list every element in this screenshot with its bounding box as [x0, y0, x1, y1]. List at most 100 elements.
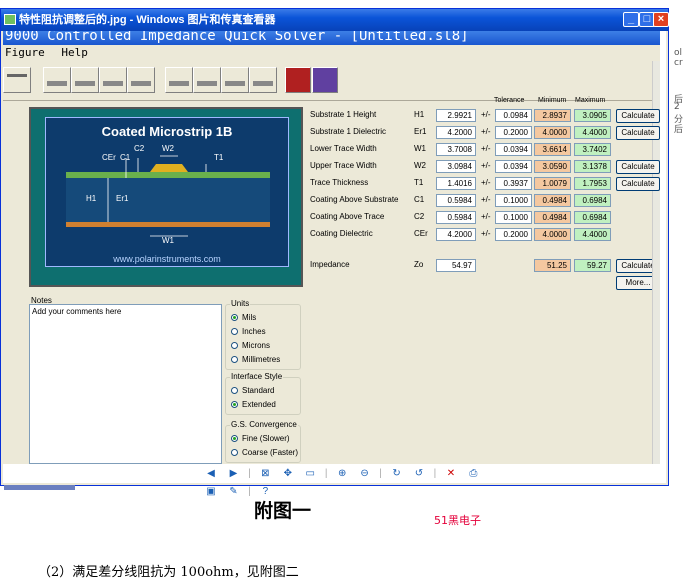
radio-label: Millimetres	[242, 355, 281, 364]
si9000-title-bar: 9000 Controlled Impedance Quick Solver -…	[3, 31, 660, 45]
rotate-counterclockwise-icon[interactable]: ↺	[411, 467, 427, 481]
plus-minus-label: +/-	[481, 195, 491, 204]
delete-icon[interactable]: ✕	[443, 467, 459, 481]
units-microns-radio[interactable]: Microns	[231, 341, 270, 350]
structure-button-5[interactable]	[127, 67, 155, 93]
radio-icon	[231, 356, 238, 363]
param-min-field: 0.4984	[534, 211, 571, 224]
impedance-max-field: 59.27	[574, 259, 611, 272]
param-max-field: 3.0905	[574, 109, 611, 122]
structure-button-7[interactable]	[193, 67, 221, 93]
param-value-field[interactable]: 4.2000	[436, 228, 476, 241]
param-label: Substrate 1 Dielectric	[310, 127, 387, 136]
coating-layer	[66, 172, 270, 178]
param-label: Coating Above Substrate	[310, 195, 399, 204]
radio-label: Inches	[242, 327, 266, 336]
notes-textarea[interactable]: Add your comments here	[29, 304, 222, 464]
lossy-calc-icon[interactable]	[312, 67, 338, 93]
structure-button-6[interactable]	[165, 67, 193, 93]
picture-viewer-icon	[4, 14, 16, 25]
radio-label: Fine (Slower)	[242, 434, 290, 443]
close-button[interactable]: ×	[653, 12, 669, 27]
units-millimetres-radio[interactable]: Millimetres	[231, 355, 280, 364]
plus-minus-label: +/-	[481, 178, 491, 187]
param-tolerance-field[interactable]: 0.0394	[495, 143, 532, 156]
menu-figure[interactable]: Figure	[5, 46, 45, 59]
param-tolerance-field[interactable]: 0.2000	[495, 126, 532, 139]
slideshow-icon[interactable]: ▭	[302, 467, 318, 481]
structure-button-9[interactable]	[249, 67, 277, 93]
edit-icon[interactable]: ✎	[225, 485, 241, 499]
param-tolerance-field[interactable]: 0.0984	[495, 109, 532, 122]
watermark-text: 51黑电子	[434, 514, 481, 527]
param-calculate-button[interactable]: Calculate	[616, 160, 660, 174]
interface-extended-radio[interactable]: Extended	[231, 400, 276, 409]
param-tolerance-field[interactable]: 0.1000	[495, 211, 532, 224]
radio-icon	[231, 387, 238, 394]
structure-button-1[interactable]	[3, 67, 31, 93]
cross-section-svg	[66, 155, 270, 237]
lossless-calc-icon[interactable]	[285, 67, 311, 93]
param-tolerance-field[interactable]: 0.2000	[495, 228, 532, 241]
impedance-label: Impedance	[310, 260, 350, 269]
rotate-clockwise-icon[interactable]: ↻	[389, 467, 405, 481]
convergence-coarse-radio[interactable]: Coarse (Faster)	[231, 448, 298, 457]
param-min-field: 4.0000	[534, 126, 571, 139]
structure-button-2[interactable]	[43, 67, 71, 93]
units-mils-radio[interactable]: Mils	[231, 313, 256, 322]
menu-help[interactable]: Help	[61, 46, 88, 59]
next-image-icon[interactable]: ▶	[225, 467, 241, 481]
interface-standard-radio[interactable]: Standard	[231, 386, 274, 395]
taskbar-fragment	[4, 485, 75, 490]
label-h1: H1	[86, 194, 97, 203]
param-calculate-button[interactable]: Calculate	[616, 126, 660, 140]
structure-button-8[interactable]	[221, 67, 249, 93]
structure-button-3[interactable]	[71, 67, 99, 93]
param-value-field[interactable]: 3.0984	[436, 160, 476, 173]
si9000-title: 9000 Controlled Impedance Quick Solver -…	[5, 31, 469, 44]
side-text-4: 2	[674, 102, 680, 112]
param-calculate-button[interactable]: Calculate	[616, 177, 660, 191]
zoom-in-icon[interactable]: ⊕	[334, 467, 350, 481]
previous-image-icon[interactable]: ◀	[203, 467, 219, 481]
document-paragraph: （2）满足差分线阻抗为 100ohm，见附图二	[38, 565, 299, 580]
best-fit-icon[interactable]: ⊠	[257, 467, 273, 481]
param-value-field[interactable]: 2.9921	[436, 109, 476, 122]
param-value-field[interactable]: 0.5984	[436, 211, 476, 224]
print-icon[interactable]: ⎙	[465, 467, 481, 481]
param-tolerance-field[interactable]: 0.1000	[495, 194, 532, 207]
convergence-title: G.S. Convergence	[230, 420, 298, 429]
param-min-field: 1.0079	[534, 177, 571, 190]
units-inches-radio[interactable]: Inches	[231, 327, 266, 336]
save-icon[interactable]: ▣	[203, 485, 219, 499]
structure-toolbar	[3, 63, 660, 101]
param-min-field: 4.0000	[534, 228, 571, 241]
impedance-min-field: 51.25	[534, 259, 571, 272]
param-label: Substrate 1 Height	[310, 110, 377, 119]
units-title: Units	[230, 299, 251, 308]
label-er1: Er1	[116, 194, 129, 203]
param-value-field[interactable]: 4.2000	[436, 126, 476, 139]
convergence-fine-radio[interactable]: Fine (Slower)	[231, 434, 290, 443]
param-min-field: 3.0590	[534, 160, 571, 173]
minimize-button[interactable]: _	[623, 12, 639, 27]
param-value-field[interactable]: 0.5984	[436, 194, 476, 207]
diagram-panel: Coated Microstrip 1B CEr C1 C2 W2 T1 H1 …	[45, 117, 289, 267]
impedance-symbol: Zo	[414, 260, 424, 269]
structure-button-4[interactable]	[99, 67, 127, 93]
param-tolerance-field[interactable]: 0.3937	[495, 177, 532, 190]
units-group: Units Mils Inches Microns Millimetres	[225, 299, 301, 370]
param-value-field[interactable]: 1.4016	[436, 177, 476, 190]
param-tolerance-field[interactable]: 0.0394	[495, 160, 532, 173]
zoom-out-icon[interactable]: ⊖	[357, 467, 373, 481]
radio-icon	[231, 328, 238, 335]
param-value-field[interactable]: 3.7008	[436, 143, 476, 156]
plus-minus-label: +/-	[481, 127, 491, 136]
impedance-value-field[interactable]: 54.97	[436, 259, 476, 272]
radio-label: Standard	[242, 386, 275, 395]
header-minimum: Minimum	[538, 97, 567, 104]
param-calculate-button[interactable]: Calculate	[616, 109, 660, 123]
separator: |	[248, 468, 251, 479]
actual-size-icon[interactable]: ✥	[280, 467, 296, 481]
label-c1: C1	[120, 153, 131, 162]
